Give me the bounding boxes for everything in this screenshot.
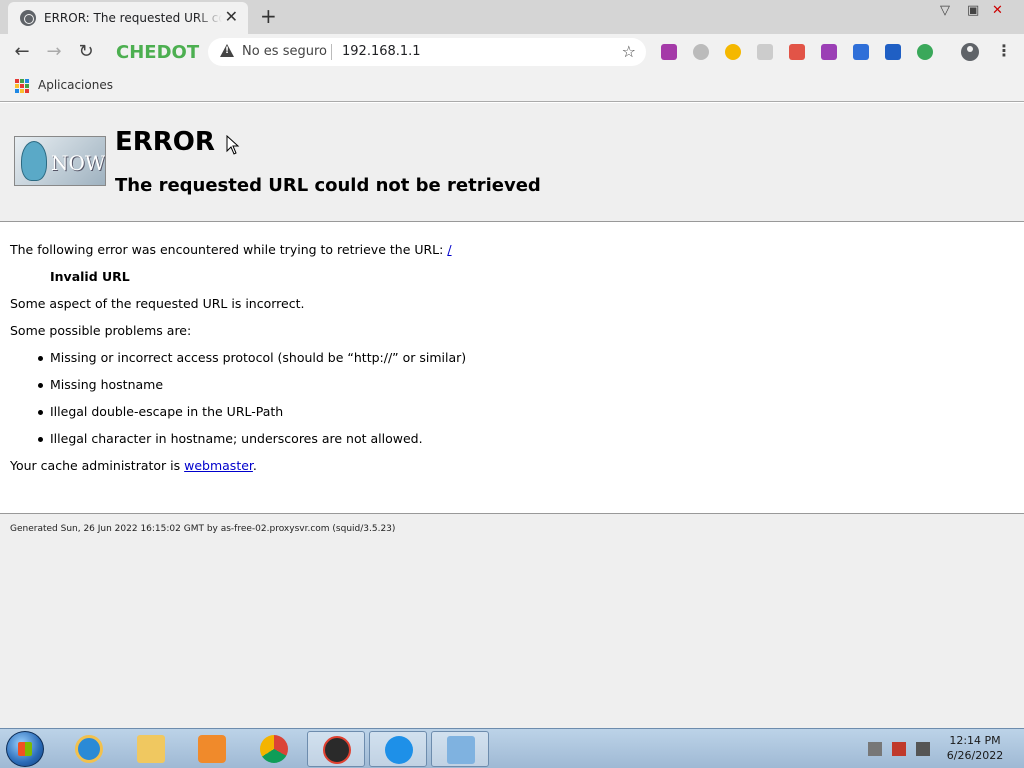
volume-icon[interactable] [916,742,930,756]
squid-icon [21,141,47,181]
browser-tab[interactable]: ERROR: The requested URL could not be re… [8,2,248,34]
intro-text: The following error was encountered whil… [10,243,452,257]
start-button[interactable] [6,731,44,767]
requested-url-link[interactable]: / [447,242,451,257]
address-bar[interactable]: No es seguro 192.168.1.1 ☆ [208,38,646,66]
page-title: ERROR [115,127,215,157]
tab-strip: ERROR: The requested URL could not be re… [0,0,1024,34]
taskbar-item-browser[interactable] [307,731,365,767]
browser-toolbar: ← → ↻ CHEDOT No es seguro 192.168.1.1 ☆ … [0,34,1024,70]
reload-icon[interactable]: ↻ [75,41,97,63]
gear-ext-icon[interactable] [917,44,933,60]
brand-logo: CHEDOT [116,42,200,63]
close-tab-icon[interactable]: ✕ [225,9,238,25]
webmaster-link[interactable]: webmaster [184,458,253,473]
page-content: NOW ERROR The requested URL could not be… [0,103,1024,728]
network-icon[interactable] [868,742,882,756]
taskbar-item-control-panel[interactable] [431,731,489,767]
internet-explorer-icon [75,735,103,763]
profile-icon[interactable] [961,43,979,61]
action-center-icon[interactable] [892,742,906,756]
taskbar-item-explorer[interactable] [122,731,180,767]
apps-grid-icon[interactable] [15,79,29,93]
bookmarks-bar: Aplicaciones [0,70,1024,102]
footer [0,514,1024,728]
footer-text: Generated Sun, 26 Jun 2022 16:15:02 GMT … [10,524,396,534]
problems-heading: Some possible problems are: [10,323,192,338]
whatsapp-icon[interactable] [693,44,709,60]
media-ext-icon[interactable] [661,44,677,60]
taskbar-item-chrome[interactable] [245,731,303,767]
error-name: Invalid URL [50,269,130,284]
error-description: Some aspect of the requested URL is inco… [10,296,305,311]
control-panel-icon [447,736,475,764]
taskbar-item-ie[interactable] [60,731,118,767]
file-explorer-icon [137,735,165,763]
minimize-icon[interactable]: ▽ [940,4,950,18]
intro-label: The following error was encountered whil… [10,242,448,257]
warning-icon[interactable] [220,44,234,57]
squid-logo: NOW [14,136,106,186]
globe-icon [20,10,36,26]
clock-date: 6/26/2022 [946,749,1004,762]
list-item: Missing or incorrect access protocol (sh… [37,350,467,365]
admin-text: Your cache administrator is webmaster. [10,459,257,473]
list-item: Missing hostname [37,377,164,392]
bookmark-star-icon[interactable]: ☆ [622,42,636,61]
facebook-icon[interactable] [853,44,869,60]
chrome-icon [260,735,288,763]
admin-suffix: . [252,458,257,473]
taskbar-item-q[interactable] [369,731,427,767]
clock-time: 12:14 PM [949,734,1001,747]
admin-label: Your cache administrator is [10,458,185,473]
url-text[interactable]: 192.168.1.1 [342,44,421,59]
list-item: Illegal character in hostname; underscor… [38,431,423,446]
media-player-icon [198,735,226,763]
list-item: Illegal double-escape in the URL-Path [37,404,284,419]
url-separator [331,44,332,60]
q-app-icon [385,736,413,764]
apps-bookmark[interactable]: Aplicaciones [38,78,113,92]
taskbar: 12:14 PM 6/26/2022 [0,728,1024,768]
system-clock[interactable]: 12:14 PM 6/26/2022 [940,733,1010,763]
lock-ext-icon[interactable] [757,44,773,60]
back-icon[interactable]: ← [11,41,33,63]
logo-text: NOW [51,151,106,175]
page-subtitle: The requested URL could not be retrieved [115,175,541,196]
tab-title: ERROR: The requested URL could not be re… [44,11,222,25]
restore-icon[interactable]: ▣ [967,4,979,18]
error-header: NOW ERROR The requested URL could not be… [0,103,1024,222]
messenger-icon[interactable] [725,44,741,60]
menu-icon[interactable]: ⋮ [996,42,1012,60]
video-ext-icon[interactable] [789,44,805,60]
download-icon[interactable] [821,44,837,60]
new-tab-icon[interactable]: + [260,6,277,26]
forward-icon[interactable]: → [43,41,65,63]
browser-app-icon [323,736,351,764]
star-ext-icon[interactable] [885,44,901,60]
taskbar-item-media[interactable] [183,731,241,767]
window-close-icon[interactable]: ✕ [992,4,1003,18]
security-label[interactable]: No es seguro [242,44,327,59]
